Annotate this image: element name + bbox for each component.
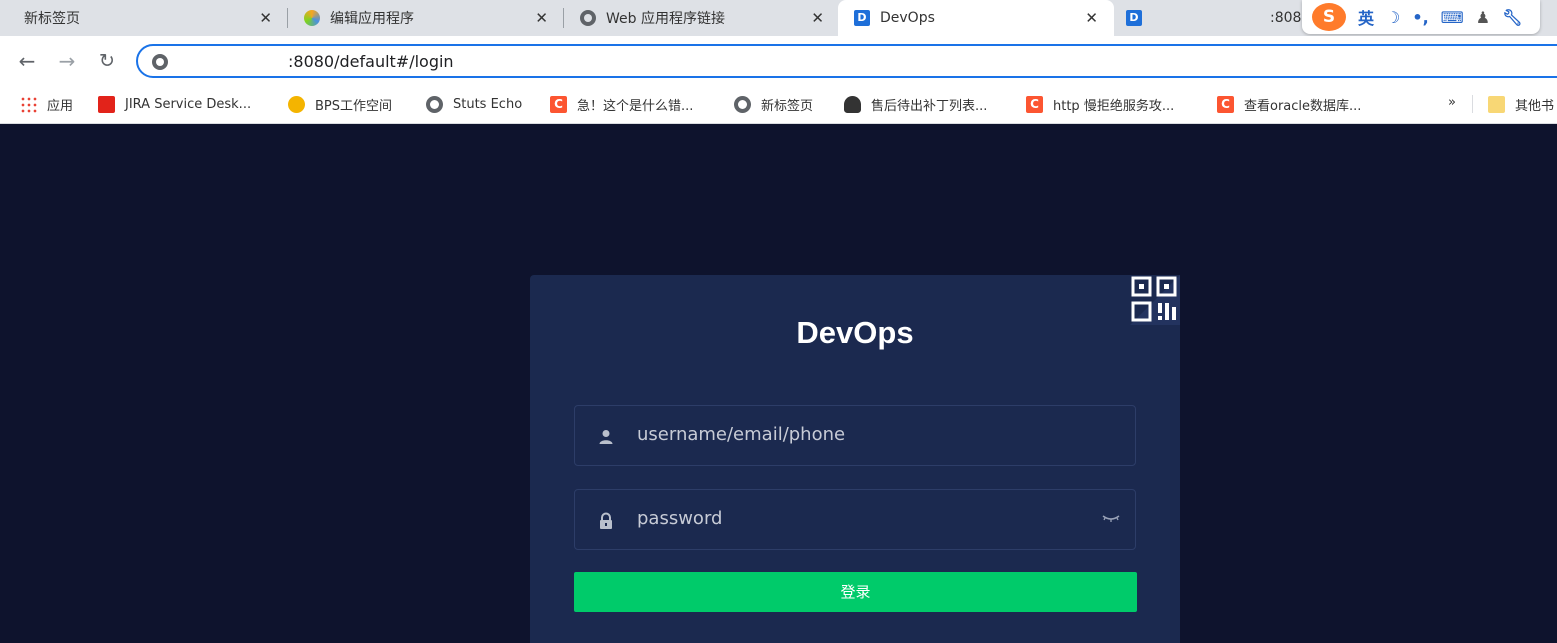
bookmarks-divider	[1472, 95, 1473, 113]
tab-devops-2[interactable]: D :8080/	[1114, 0, 1304, 36]
apps-grid-icon	[20, 95, 37, 113]
eye-closed-icon[interactable]	[1101, 510, 1121, 526]
bookmark-oracle[interactable]: C 查看oracle数据库...	[1217, 93, 1361, 115]
keyboard-icon[interactable]: ⌨	[1441, 8, 1464, 27]
close-icon[interactable]: ✕	[1085, 9, 1098, 27]
tab-web-app-links[interactable]: Web 应用程序链接 ✕	[564, 0, 840, 36]
user-icon	[599, 430, 613, 444]
back-arrow-icon[interactable]: ←	[14, 48, 40, 74]
username-field[interactable]: username/email/phone	[574, 405, 1136, 466]
close-icon[interactable]: ✕	[811, 9, 824, 27]
moon-icon[interactable]: ☽	[1386, 8, 1400, 27]
globe-icon	[152, 54, 168, 70]
user-icon[interactable]: ♟	[1476, 8, 1490, 27]
login-card: DevOps username/email/phone password 登录	[530, 275, 1180, 643]
password-field[interactable]: password	[574, 489, 1136, 550]
globe-icon	[426, 95, 443, 113]
bookmark-stuts-echo[interactable]: Stuts Echo	[426, 93, 522, 115]
tab-edit-application[interactable]: 编辑应用程序 ✕	[288, 0, 564, 36]
login-button[interactable]: 登录	[574, 572, 1137, 612]
swirl-icon	[304, 10, 320, 26]
bookmark-jira[interactable]: JIRA Service Desk...	[98, 93, 251, 115]
bookmark-patch-list[interactable]: 售后待出补丁列表...	[844, 93, 987, 115]
ime-toolbar: S 英 ☽ •, ⌨ ♟ 🔧︎	[1302, 0, 1540, 34]
browser-toolbar: ← → ↻ :8080/default#/login	[0, 36, 1557, 86]
close-icon[interactable]: ✕	[259, 9, 272, 27]
bookmark-label: 应用	[47, 98, 74, 114]
globe-icon	[734, 95, 751, 113]
bookmark-label: BPS工作空间	[315, 98, 393, 114]
username-placeholder: username/email/phone	[637, 424, 846, 445]
bps-icon	[288, 95, 305, 113]
wrench-icon[interactable]: 🔧︎	[1502, 8, 1522, 27]
person-icon	[844, 95, 861, 113]
csdn-icon: C	[1217, 95, 1234, 113]
bookmark-label: 查看oracle数据库...	[1244, 98, 1362, 114]
bookmark-label: http 慢拒绝服务攻...	[1053, 98, 1175, 114]
bookmark-label: Stuts Echo	[453, 96, 523, 112]
bookmark-other-folder[interactable]: 其他书	[1488, 93, 1554, 115]
close-icon[interactable]: ✕	[535, 9, 548, 27]
devops-icon: D	[854, 10, 870, 26]
tab-title: Web 应用程序链接	[606, 11, 725, 27]
bookmark-label: 售后待出补丁列表...	[871, 98, 988, 114]
bookmark-label: JIRA Service Desk...	[125, 96, 252, 112]
jira-icon	[98, 95, 115, 113]
forward-arrow-icon[interactable]: →	[54, 48, 80, 74]
password-placeholder: password	[637, 508, 723, 529]
bookmarks-bar: 应用 JIRA Service Desk... BPS工作空间 Stuts Ec…	[0, 86, 1557, 124]
bookmark-bps[interactable]: BPS工作空间	[288, 93, 392, 115]
tab-title: 编辑应用程序	[330, 11, 414, 27]
bookmark-apps[interactable]: 应用	[20, 93, 73, 115]
login-title: DevOps	[796, 315, 914, 350]
bookmarks-overflow-button[interactable]: »	[1448, 95, 1456, 110]
devops-icon: D	[1126, 10, 1142, 26]
tab-title: 新标签页	[24, 11, 80, 27]
tab-new-tab[interactable]: 新标签页 ✕	[0, 0, 288, 36]
tab-title: DevOps	[880, 10, 935, 26]
tab-strip: 新标签页 ✕ 编辑应用程序 ✕ Web 应用程序链接 ✕ D DevOps ✕ …	[0, 0, 1557, 36]
bookmark-label: 急！这个是什么错...	[577, 98, 694, 114]
tab-devops[interactable]: D DevOps ✕	[838, 0, 1114, 36]
sogou-icon[interactable]: S	[1312, 3, 1346, 31]
reload-icon[interactable]: ↻	[94, 48, 120, 74]
bookmark-label: 新标签页	[761, 98, 814, 114]
punctuation-icon[interactable]: •,	[1412, 8, 1428, 27]
folder-icon	[1488, 95, 1505, 113]
lock-icon	[600, 512, 612, 529]
csdn-icon: C	[1026, 95, 1043, 113]
bookmark-csdn-error[interactable]: C 急！这个是什么错...	[550, 93, 693, 115]
csdn-icon: C	[550, 95, 567, 113]
bookmark-label: 其他书	[1515, 98, 1555, 114]
bookmark-http-dos[interactable]: C http 慢拒绝服务攻...	[1026, 93, 1174, 115]
ime-mode-toggle[interactable]: 英	[1358, 5, 1374, 29]
address-bar[interactable]: :8080/default#/login	[136, 44, 1557, 78]
tab-title: :8080/	[1270, 10, 1304, 26]
bookmark-new-tab[interactable]: 新标签页	[734, 93, 813, 115]
address-url[interactable]: :8080/default#/login	[288, 52, 454, 71]
globe-icon	[580, 10, 596, 26]
